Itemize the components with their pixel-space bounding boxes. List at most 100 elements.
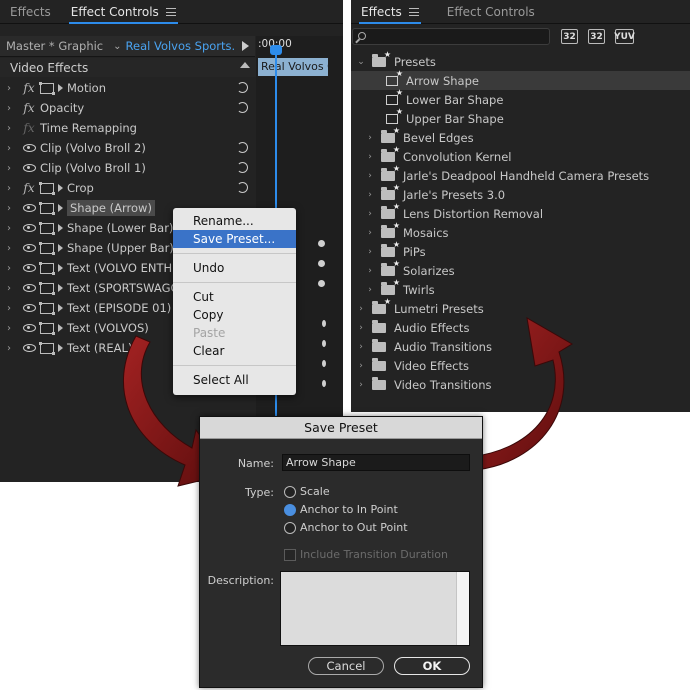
effect-row-clip-broll-1[interactable]: › Clip (Volvo Broll 1) bbox=[0, 158, 256, 178]
disclosure-icon[interactable]: › bbox=[0, 263, 18, 274]
chevron-right-icon[interactable]: › bbox=[356, 361, 366, 371]
keyframe-icon[interactable] bbox=[318, 240, 325, 247]
keyframe-icon[interactable] bbox=[322, 340, 326, 347]
timeline-clip[interactable]: Real Volvos C bbox=[258, 58, 328, 76]
chevron-right-icon[interactable]: › bbox=[365, 228, 375, 238]
accelerated-effects-button[interactable]: 32 bbox=[561, 29, 578, 44]
play-triangle-icon[interactable] bbox=[242, 41, 249, 51]
menu-item-clear[interactable]: Clear bbox=[173, 342, 296, 360]
chevron-right-icon[interactable]: › bbox=[365, 285, 375, 295]
radio-button[interactable] bbox=[284, 485, 296, 498]
effect-row-crop[interactable]: › fx Crop bbox=[0, 178, 256, 198]
tree-item-video-effects[interactable]: › Video Effects bbox=[351, 356, 690, 375]
reset-icon[interactable] bbox=[237, 142, 248, 153]
tree-item-upper-bar-shape[interactable]: Upper Bar Shape bbox=[351, 107, 690, 128]
description-textarea[interactable] bbox=[280, 571, 470, 646]
chevron-right-icon[interactable]: › bbox=[365, 266, 375, 276]
tab-effects[interactable]: Effects bbox=[351, 0, 429, 24]
menu-item-cut[interactable]: Cut bbox=[173, 288, 296, 306]
eye-icon[interactable] bbox=[18, 324, 40, 332]
tree-item-pips[interactable]: › PiPs bbox=[351, 240, 690, 261]
menu-item-copy[interactable]: Copy bbox=[173, 306, 296, 324]
chevron-right-icon[interactable]: › bbox=[356, 380, 366, 390]
keyframe-icon[interactable] bbox=[322, 320, 326, 327]
radio-anchor-in[interactable]: Anchor to In Point bbox=[284, 503, 398, 516]
chevron-right-icon[interactable]: › bbox=[365, 247, 375, 257]
reset-icon[interactable] bbox=[237, 82, 248, 93]
tree-item-solarizes[interactable]: › Solarizes bbox=[351, 259, 690, 280]
panel-menu-icon[interactable] bbox=[165, 7, 176, 16]
chevron-down-icon[interactable]: ⌄ bbox=[356, 57, 366, 67]
disclosure-icon[interactable]: › bbox=[0, 303, 18, 314]
tree-item-audio-transitions[interactable]: › Audio Transitions bbox=[351, 337, 690, 356]
yuv-effects-button[interactable]: YUV bbox=[614, 29, 635, 44]
menu-item-rename[interactable]: Rename... bbox=[173, 212, 296, 230]
radio-anchor-out[interactable]: Anchor to Out Point bbox=[284, 521, 408, 534]
tree-item-audio-effects[interactable]: › Audio Effects bbox=[351, 318, 690, 337]
tree-item-mosaics[interactable]: › Mosaics bbox=[351, 221, 690, 242]
tree-item-jarles-presets[interactable]: › Jarle's Presets 3.0 bbox=[351, 183, 690, 204]
radio-scale[interactable]: Scale bbox=[284, 485, 330, 498]
preset-name-input[interactable]: Arrow Shape bbox=[282, 454, 470, 471]
sequence-clip-label[interactable]: Real Volvos Sports... bbox=[126, 39, 236, 53]
eye-icon[interactable] bbox=[18, 264, 40, 272]
menu-item-save-preset[interactable]: Save Preset... bbox=[173, 230, 296, 248]
tab-effect-controls[interactable]: Effect Controls bbox=[437, 0, 545, 24]
disclosure-icon[interactable]: › bbox=[0, 83, 18, 94]
disclosure-icon[interactable]: › bbox=[0, 103, 18, 114]
reset-icon[interactable] bbox=[237, 182, 248, 193]
menu-item-undo[interactable]: Undo bbox=[173, 259, 296, 277]
clip-selector[interactable]: Master * Graphic ⌄ Real Volvos Sports... bbox=[0, 36, 255, 57]
tree-item-video-transitions[interactable]: › Video Transitions bbox=[351, 375, 690, 394]
effect-row-motion[interactable]: › fx Motion bbox=[0, 78, 256, 98]
disclosure-icon[interactable]: › bbox=[0, 343, 18, 354]
disclosure-icon[interactable]: › bbox=[0, 323, 18, 334]
eye-icon[interactable] bbox=[18, 164, 40, 172]
tab-effect-controls[interactable]: Effect Controls bbox=[61, 0, 186, 24]
chevron-right-icon[interactable]: › bbox=[365, 171, 375, 181]
keyframe-icon[interactable] bbox=[318, 260, 325, 267]
tree-item-twirls[interactable]: › Twirls bbox=[351, 278, 690, 299]
master-clip-label[interactable]: Master * Graphic bbox=[0, 39, 109, 53]
chevron-right-icon[interactable]: › bbox=[365, 190, 375, 200]
keyframe-icon[interactable] bbox=[322, 360, 326, 367]
radio-button[interactable] bbox=[284, 521, 296, 534]
disclosure-icon[interactable]: › bbox=[0, 183, 18, 194]
reset-icon[interactable] bbox=[237, 102, 248, 113]
fx-icon[interactable]: fx bbox=[18, 181, 40, 195]
effect-row-opacity[interactable]: › fx Opacity bbox=[0, 98, 256, 118]
chevron-down-icon[interactable]: ⌄ bbox=[109, 41, 125, 52]
radio-button-selected[interactable] bbox=[284, 503, 296, 516]
collapse-up-icon[interactable] bbox=[240, 62, 250, 68]
effects-search-input[interactable] bbox=[352, 28, 550, 45]
keyframe-icon[interactable] bbox=[322, 380, 326, 387]
tree-item-bevel-edges[interactable]: › Bevel Edges bbox=[351, 126, 690, 147]
chevron-right-icon[interactable]: › bbox=[356, 342, 366, 352]
chevron-right-icon[interactable]: › bbox=[365, 152, 375, 162]
ok-button[interactable]: OK bbox=[394, 657, 470, 675]
eye-icon[interactable] bbox=[18, 344, 40, 352]
disclosure-icon[interactable]: › bbox=[0, 203, 18, 214]
panel-menu-icon[interactable] bbox=[408, 7, 419, 16]
disclosure-icon[interactable]: › bbox=[0, 143, 18, 154]
eye-icon[interactable] bbox=[18, 224, 40, 232]
effect-row-clip-broll-2[interactable]: › Clip (Volvo Broll 2) bbox=[0, 138, 256, 158]
cancel-button[interactable]: Cancel bbox=[308, 657, 384, 675]
eye-icon[interactable] bbox=[18, 144, 40, 152]
disclosure-icon[interactable]: › bbox=[0, 283, 18, 294]
reset-icon[interactable] bbox=[237, 162, 248, 173]
disclosure-icon[interactable]: › bbox=[0, 223, 18, 234]
disclosure-icon[interactable]: › bbox=[0, 163, 18, 174]
chevron-right-icon[interactable]: › bbox=[356, 323, 366, 333]
eye-icon[interactable] bbox=[18, 304, 40, 312]
tree-item-deadpool-presets[interactable]: › Jarle's Deadpool Handheld Camera Prese… bbox=[351, 164, 690, 185]
eye-icon[interactable] bbox=[18, 284, 40, 292]
chevron-right-icon[interactable]: › bbox=[356, 304, 366, 314]
disclosure-icon[interactable]: › bbox=[0, 123, 18, 134]
menu-item-select-all[interactable]: Select All bbox=[173, 371, 296, 389]
fx-icon[interactable]: fx bbox=[18, 81, 40, 95]
eye-icon[interactable] bbox=[18, 244, 40, 252]
chevron-right-icon[interactable]: › bbox=[365, 209, 375, 219]
eye-icon[interactable] bbox=[18, 204, 40, 212]
tree-item-lumetri-presets[interactable]: › Lumetri Presets bbox=[351, 297, 690, 318]
